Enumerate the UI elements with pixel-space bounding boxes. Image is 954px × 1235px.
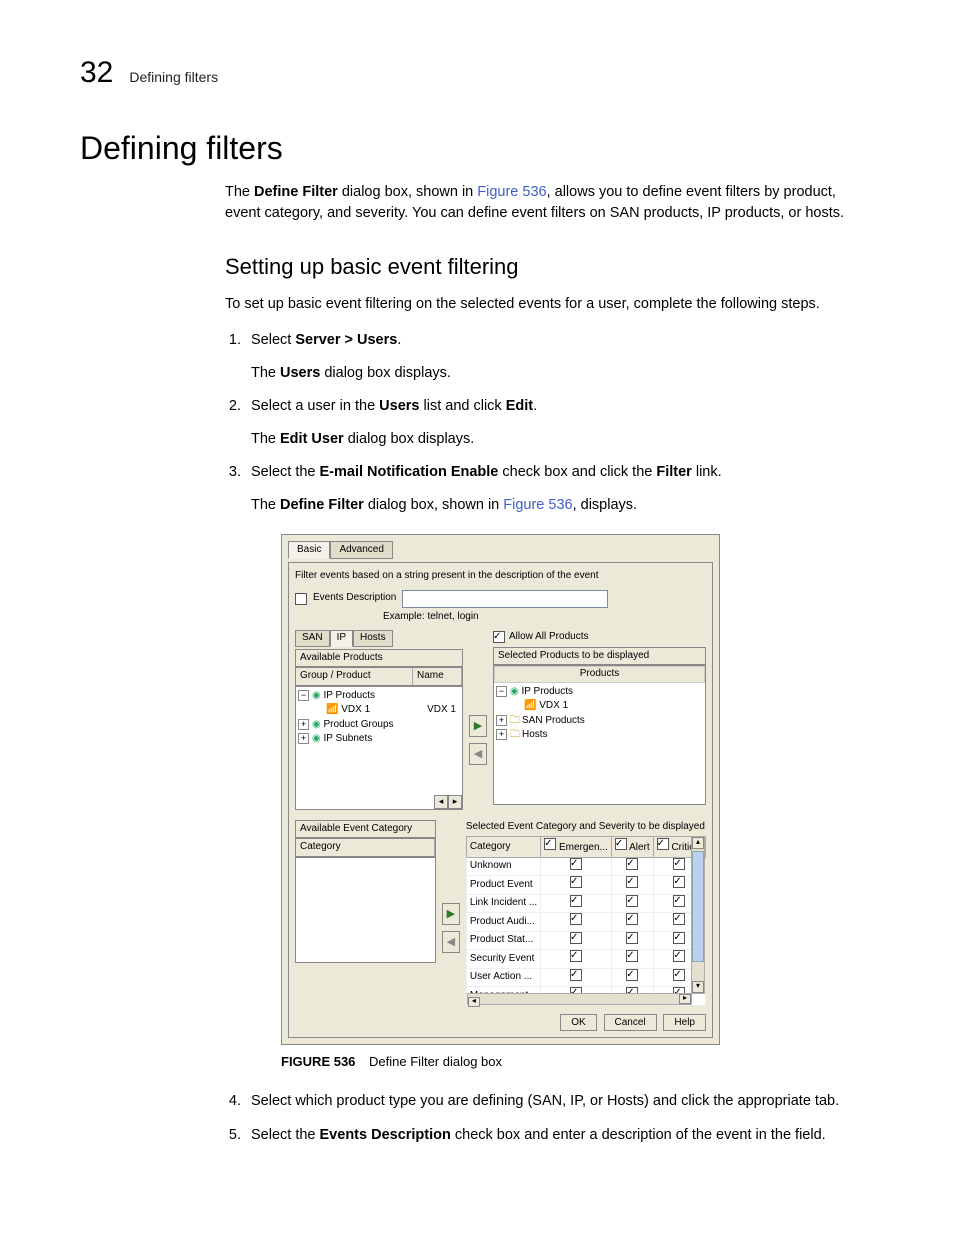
allow-all-products-checkbox[interactable] xyxy=(493,631,505,643)
step-2-sub: The Edit User dialog box displays. xyxy=(251,429,874,450)
define-filter-term: Define Filter xyxy=(254,184,338,200)
table-row: Link Incident ... xyxy=(466,894,705,913)
globe-icon: ◉ xyxy=(312,733,321,744)
expand-icon[interactable]: + xyxy=(496,729,507,740)
running-header: 32 Defining filters xyxy=(80,56,874,90)
available-category-label: Available Event Category xyxy=(295,820,436,839)
filter-intro-text: Filter events based on a string present … xyxy=(295,569,706,584)
products-col: Products xyxy=(494,666,705,683)
step-1-sub: The Users dialog box displays. xyxy=(251,363,874,384)
table-row: Security Event xyxy=(466,950,705,969)
tab-ip[interactable]: IP xyxy=(330,630,353,647)
chapter-number: 32 xyxy=(80,56,113,90)
table-row: Product Event xyxy=(466,876,705,895)
table-row: Unknown xyxy=(466,857,705,876)
table-row: Product Audi... xyxy=(466,913,705,932)
scroll-right-icon[interactable]: ▸ xyxy=(448,795,462,809)
figure-link-2[interactable]: Figure 536 xyxy=(503,497,572,513)
lead-paragraph: To set up basic event filtering on the s… xyxy=(225,294,874,315)
figure-caption-text: Define Filter dialog box xyxy=(369,1054,502,1069)
step-3: Select the E-mail Notification Enable ch… xyxy=(245,462,874,1072)
globe-icon: ◉ xyxy=(312,719,321,730)
events-description-label: Events Description xyxy=(313,591,396,606)
collapse-icon[interactable]: − xyxy=(298,690,309,701)
globe-icon: ◉ xyxy=(312,690,321,701)
table-row: Product Stat... xyxy=(466,931,705,950)
define-filter-dialog: BasicAdvanced Filter events based on a s… xyxy=(281,534,720,1045)
ok-button[interactable]: OK xyxy=(560,1014,596,1031)
available-products-tree[interactable]: −◉ IP Products 📶 VDX 1VDX 1 +◉ Product G… xyxy=(295,686,463,810)
severity-table[interactable]: Category Emergen... Alert Critical Unkno… xyxy=(466,836,706,1006)
step-4: Select which product type you are defini… xyxy=(245,1091,874,1112)
scroll-left-icon[interactable]: ◂ xyxy=(468,997,480,1007)
events-description-input[interactable] xyxy=(402,590,608,608)
folder-icon xyxy=(510,715,522,726)
expand-icon[interactable]: + xyxy=(298,733,309,744)
scroll-right-icon[interactable]: ▸ xyxy=(679,994,691,1004)
step-1: Select Server > Users. The Users dialog … xyxy=(245,330,874,384)
severity-col-category: Category xyxy=(466,837,540,858)
section-heading: Defining filters xyxy=(80,130,874,167)
allow-all-products-label: Allow All Products xyxy=(509,630,588,645)
scrollbar-thumb[interactable] xyxy=(692,851,704,962)
help-button[interactable]: Help xyxy=(663,1014,706,1031)
step-2: Select a user in the Users list and clic… xyxy=(245,396,874,450)
selected-products-tree[interactable]: Products −◉ IP Products 📶 VDX 1 +SAN Pro… xyxy=(493,665,706,805)
example-text: Example: telnet, login xyxy=(383,610,706,625)
device-icon: 📶 xyxy=(524,700,536,711)
selected-products-label: Selected Products to be displayed xyxy=(493,647,706,666)
available-category-list[interactable] xyxy=(295,857,436,963)
tab-advanced[interactable]: Advanced xyxy=(330,541,392,560)
table-row: User Action ... xyxy=(466,968,705,987)
globe-icon: ◉ xyxy=(510,686,519,697)
cancel-button[interactable]: Cancel xyxy=(604,1014,657,1031)
events-description-checkbox[interactable] xyxy=(295,593,307,605)
tab-san[interactable]: SAN xyxy=(295,630,330,647)
top-tabs: BasicAdvanced xyxy=(288,541,713,560)
name-col: Name xyxy=(413,668,462,685)
step-3-sub: The Define Filter dialog box, shown in F… xyxy=(251,495,874,516)
remove-product-button[interactable]: ◀ xyxy=(469,743,487,765)
horizontal-scrollbar[interactable]: ◂▸ xyxy=(434,795,462,809)
step-5: Select the Events Description check box … xyxy=(245,1125,874,1146)
figure-label: FIGURE 536 xyxy=(281,1054,355,1069)
tab-basic[interactable]: Basic xyxy=(288,541,330,560)
available-products-label: Available Products xyxy=(295,649,463,668)
scroll-up-icon[interactable]: ▴ xyxy=(692,837,704,849)
intro-paragraph: The Define Filter dialog box, shown in F… xyxy=(225,182,874,224)
expand-icon[interactable]: + xyxy=(298,719,309,730)
add-product-button[interactable]: ▶ xyxy=(469,715,487,737)
severity-col-alert[interactable]: Alert xyxy=(611,837,653,858)
scroll-down-icon[interactable]: ▾ xyxy=(692,981,704,993)
add-category-button[interactable]: ▶ xyxy=(442,903,460,925)
expand-icon[interactable]: + xyxy=(496,715,507,726)
chapter-title: Defining filters xyxy=(129,69,218,85)
collapse-icon[interactable]: − xyxy=(496,686,507,697)
severity-col-emergency[interactable]: Emergen... xyxy=(541,837,612,858)
vertical-scrollbar[interactable]: ▴ ▾ xyxy=(691,836,705,994)
subsection-heading: Setting up basic event filtering xyxy=(225,254,874,280)
steps-list: Select Server > Users. The Users dialog … xyxy=(225,330,874,1146)
device-icon: 📶 xyxy=(326,704,338,715)
tab-hosts[interactable]: Hosts xyxy=(353,630,393,647)
figure-link[interactable]: Figure 536 xyxy=(477,184,546,200)
remove-category-button[interactable]: ◀ xyxy=(442,931,460,953)
horizontal-scrollbar[interactable]: ◂ ▸ xyxy=(467,993,692,1005)
group-product-col: Group / Product xyxy=(296,668,413,685)
selected-category-label: Selected Event Category and Severity to … xyxy=(466,820,706,835)
scroll-left-icon[interactable]: ◂ xyxy=(434,795,448,809)
category-col: Category xyxy=(296,839,435,856)
figure-caption: FIGURE 536 Define Filter dialog box xyxy=(281,1053,874,1072)
folder-icon xyxy=(510,729,522,740)
